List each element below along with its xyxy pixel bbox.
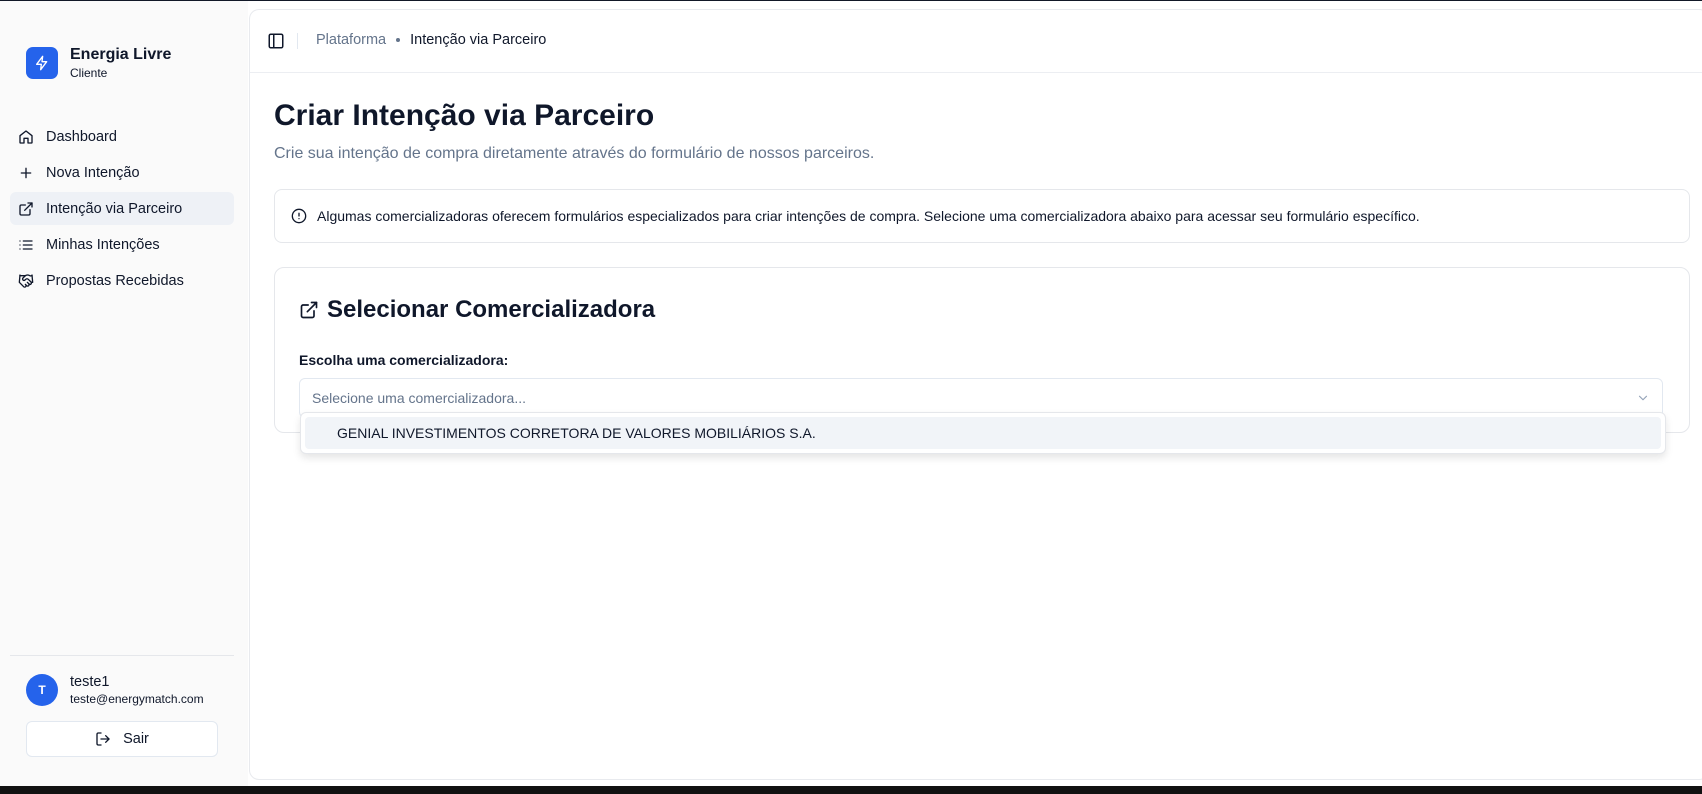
- card-header: Selecionar Comercializadora: [299, 296, 655, 324]
- brand[interactable]: Energia Livre Cliente: [26, 45, 171, 81]
- breadcrumb-root[interactable]: Plataforma: [316, 32, 386, 48]
- sidebar-item-propostas-recebidas[interactable]: Propostas Recebidas: [10, 264, 234, 297]
- sidebar-item-label: Intenção via Parceiro: [46, 200, 183, 217]
- user-profile: T teste1 teste@energymatch.com: [26, 673, 204, 707]
- sidebar-toggle-icon[interactable]: [267, 32, 285, 50]
- breadcrumb-separator: [396, 38, 401, 42]
- info-icon: [291, 208, 307, 224]
- logout-label: Sair: [123, 731, 149, 747]
- select-partner-card: Selecionar Comercializadora Escolha uma …: [274, 267, 1690, 433]
- external-link-icon: [18, 201, 34, 217]
- sidebar-item-label: Dashboard: [46, 128, 117, 145]
- select-placeholder: Selecione uma comercializadora...: [312, 390, 526, 406]
- breadcrumb-current: Intenção via Parceiro: [410, 32, 547, 48]
- handshake-icon: [18, 273, 34, 289]
- sidebar-item-label: Propostas Recebidas: [46, 272, 184, 289]
- plus-icon: [18, 165, 34, 181]
- app-role: Cliente: [70, 66, 108, 80]
- user-email: teste@energymatch.com: [70, 692, 204, 706]
- sidebar-nav: Dashboard Nova Intenção Intenção via Par…: [10, 120, 234, 300]
- sidebar-item-nova-intencao[interactable]: Nova Intenção: [10, 156, 234, 189]
- field-label: Escolha uma comercializadora:: [299, 352, 509, 368]
- dropdown-option[interactable]: GENIAL INVESTIMENTOS CORRETORA DE VALORE…: [305, 417, 1661, 449]
- window-top-border: [0, 0, 1702, 1]
- window-bottom-bar: [0, 786, 1702, 794]
- alert-text: Algumas comercializadoras oferecem formu…: [317, 208, 1420, 224]
- app-name: Energia Livre: [70, 46, 172, 63]
- home-icon: [18, 129, 34, 145]
- sidebar-item-intencao-via-parceiro[interactable]: Intenção via Parceiro: [10, 192, 234, 225]
- breadcrumb: Plataforma Intenção via Parceiro: [316, 32, 546, 48]
- lightning-icon: [26, 47, 58, 79]
- top-header: Plataforma Intenção via Parceiro: [250, 10, 1702, 73]
- sidebar-divider: [10, 655, 234, 656]
- sidebar-item-dashboard[interactable]: Dashboard: [10, 120, 234, 153]
- user-name: teste1: [70, 674, 110, 690]
- card-title: Selecionar Comercializadora: [327, 296, 656, 323]
- avatar: T: [26, 674, 58, 706]
- sidebar-item-minhas-intencoes[interactable]: Minhas Intenções: [10, 228, 234, 261]
- list-icon: [18, 237, 34, 253]
- sidebar: Energia Livre Cliente Dashboard Nova Int…: [0, 1, 248, 786]
- header-separator: [297, 33, 298, 49]
- sidebar-item-label: Nova Intenção: [46, 164, 140, 181]
- external-link-icon: [300, 301, 318, 319]
- page-title: Criar Intenção via Parceiro: [274, 99, 655, 132]
- logout-icon: [96, 732, 110, 746]
- logout-button[interactable]: Sair: [26, 721, 218, 757]
- main-content: Plataforma Intenção via Parceiro Criar I…: [249, 9, 1702, 780]
- info-alert: Algumas comercializadoras oferecem formu…: [274, 189, 1690, 243]
- sidebar-item-label: Minhas Intenções: [46, 236, 160, 253]
- chevron-down-icon: [1638, 395, 1648, 401]
- select-dropdown: GENIAL INVESTIMENTOS CORRETORA DE VALORE…: [300, 412, 1666, 454]
- page-subtitle: Crie sua intenção de compra diretamente …: [274, 145, 875, 162]
